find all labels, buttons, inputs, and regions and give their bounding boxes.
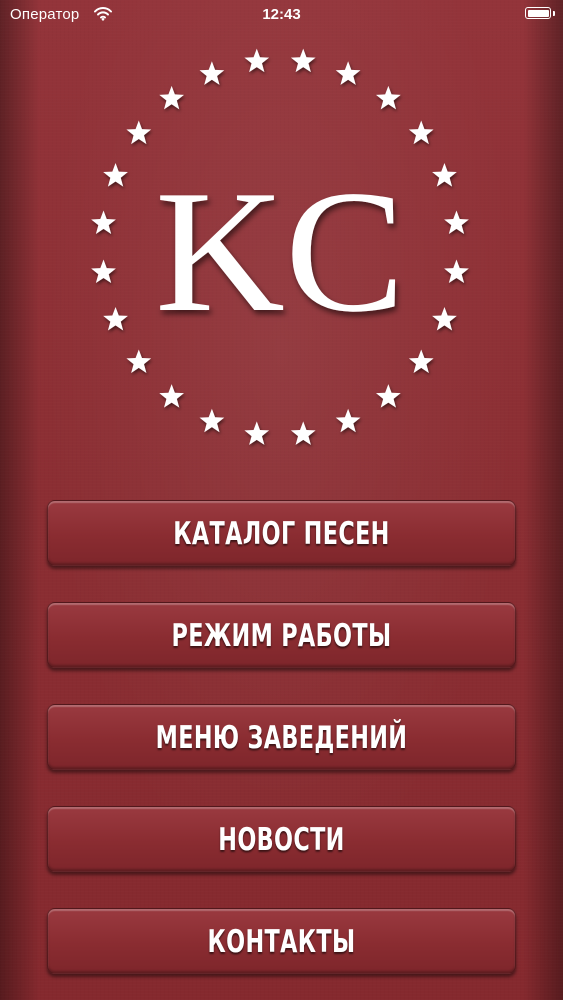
star-icon (244, 48, 270, 73)
star-icon (376, 384, 401, 408)
star-icon (408, 349, 434, 373)
star-icon (290, 48, 316, 73)
news-button[interactable]: НОВОСТИ (47, 806, 516, 872)
kc-logo: KC (82, 40, 482, 450)
menu-button-label: КАТАЛОГ ПЕСЕН (173, 516, 390, 552)
clock: 12:43 (262, 6, 301, 23)
star-icon (432, 163, 457, 187)
star-icon (432, 306, 457, 331)
star-icon (159, 384, 184, 408)
song-catalog-button[interactable]: КАТАЛОГ ПЕСЕН (47, 500, 516, 566)
battery-tip (553, 11, 555, 16)
star-icon (408, 120, 434, 145)
star-icon (91, 210, 116, 234)
star-icon (126, 349, 152, 373)
venue-menu-button[interactable]: МЕНЮ ЗАВЕДЕНИЙ (47, 704, 516, 770)
star-icon (159, 85, 184, 110)
star-icon (126, 120, 152, 145)
menu-button-label: РЕЖИМ РАБОТЫ (171, 618, 392, 654)
menu-button-label: НОВОСТИ (218, 822, 345, 858)
status-bar: Оператор 12:43 (0, 0, 563, 30)
star-icon (444, 210, 469, 234)
star-icon (444, 259, 469, 284)
menu-button-label: КОНТАКТЫ (207, 924, 356, 960)
star-icon (199, 61, 225, 85)
working-hours-button[interactable]: РЕЖИМ РАБОТЫ (47, 602, 516, 668)
logo-letters: KC (155, 154, 405, 348)
star-icon (335, 408, 361, 433)
star-icon (103, 163, 128, 187)
star-icon (199, 408, 225, 433)
star-icon (103, 306, 128, 331)
star-icon (376, 85, 401, 110)
star-icon (290, 421, 316, 445)
star-icon (244, 421, 270, 445)
battery-fill (527, 9, 549, 17)
battery-icon (525, 7, 551, 19)
star-icon (91, 259, 116, 284)
main-menu: КАТАЛОГ ПЕСЕН РЕЖИМ РАБОТЫ МЕНЮ ЗАВЕДЕНИ… (47, 500, 516, 974)
logo-emblem: KC (91, 48, 469, 445)
menu-button-label: МЕНЮ ЗАВЕДЕНИЙ (155, 720, 408, 756)
star-icon (335, 61, 361, 85)
contacts-button[interactable]: КОНТАКТЫ (47, 908, 516, 974)
